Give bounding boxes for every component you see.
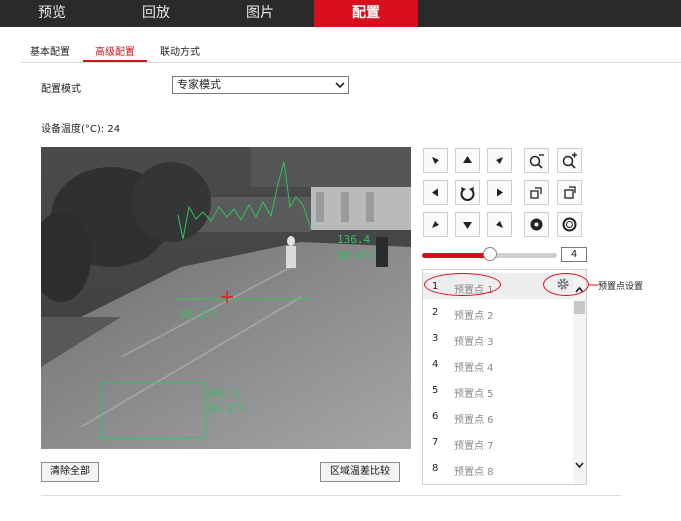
tab-playback[interactable]: 回放 [104, 0, 208, 27]
tab-picture[interactable]: 图片 [208, 0, 312, 27]
preset-row-1[interactable]: 1 预置点 1 [423, 273, 573, 299]
focus-near-icon [530, 187, 542, 199]
ptz-left-button[interactable] [423, 180, 448, 205]
preset-name: 预置点 6 [454, 415, 494, 426]
iris-close-button[interactable] [524, 212, 549, 237]
preset-number: 6 [432, 411, 439, 422]
preset-number: 2 [432, 307, 439, 318]
config-mode-label: 配置模式 [41, 84, 81, 95]
arrow-left-icon [432, 188, 438, 197]
ptz-down-left-button[interactable] [423, 212, 448, 237]
subnav-divider [20, 62, 681, 63]
spot-temp: 30.2°C [179, 308, 219, 321]
box-avg-temp: 29.1°C [207, 402, 247, 415]
zoom-out-icon [529, 154, 544, 169]
arrow-up-icon [463, 156, 472, 163]
chevron-up-icon[interactable] [573, 283, 586, 296]
ptz-down-button[interactable] [455, 212, 480, 237]
preset-row-4[interactable]: 4 预置点 4 [423, 351, 573, 377]
preset-number: 5 [432, 385, 439, 396]
region-temp-compare-button[interactable]: 区域温差比较 [320, 462, 400, 482]
zoom-in-button[interactable] [557, 148, 582, 173]
ptz-up-left-button[interactable] [423, 148, 448, 173]
preset-list[interactable]: 1 预置点 1 2 预置点 2 3 预置点 3 4 预置点 4 5 预置点 5 … [422, 269, 587, 485]
sub-nav: 基本配置 高级配置 联动方式 [20, 37, 681, 63]
tab-configuration[interactable]: 配置 [314, 0, 418, 27]
preset-row-5[interactable]: 5 预置点 5 [423, 377, 573, 403]
preset-number: 3 [432, 333, 439, 344]
ptz-speed-thumb[interactable] [483, 247, 497, 261]
preset-number: 7 [432, 437, 439, 448]
config-mode-value: 专家模式 [177, 78, 221, 91]
ptz-speed-fill [422, 253, 490, 258]
arrow-right-icon [497, 188, 503, 197]
subtab-advanced-config[interactable]: 高级配置 [95, 43, 135, 58]
thermal-video-view[interactable]: 136.4 30.4°C 30.2°C 101.1 29.1°C [41, 147, 411, 449]
preset-number: 1 [432, 281, 439, 292]
preset-number: 8 [432, 463, 439, 474]
preset-name: 预置点 1 [454, 285, 494, 296]
iris-open-button[interactable] [557, 212, 582, 237]
focus-far-icon [564, 186, 576, 199]
preset-name: 预置点 2 [454, 311, 494, 322]
preset-row-2[interactable]: 2 预置点 2 [423, 299, 573, 325]
rotate-icon [460, 187, 475, 201]
preset-name: 预置点 8 [454, 467, 494, 478]
chevron-down-icon [335, 82, 345, 89]
iris-open-icon [562, 217, 577, 232]
clear-all-button[interactable]: 清除全部 [41, 462, 99, 482]
tab-preview[interactable]: 预览 [0, 0, 104, 27]
preset-row-7[interactable]: 7 预置点 7 [423, 429, 573, 455]
line-avg-temp: 30.4°C [337, 249, 377, 262]
chevron-down-icon[interactable] [573, 459, 586, 472]
top-nav: 预览 回放 图片 配置 [0, 0, 681, 27]
arrow-up-right-icon [496, 157, 503, 164]
subtab-basic-config[interactable]: 基本配置 [30, 43, 70, 58]
preset-row-8[interactable]: 8 预置点 8 [423, 455, 573, 481]
zoom-in-icon [562, 152, 577, 169]
preset-name: 预置点 7 [454, 441, 494, 452]
ptz-right-button[interactable] [487, 180, 512, 205]
arrow-down-right-icon [496, 221, 503, 228]
preset-row-3[interactable]: 3 预置点 3 [423, 325, 573, 351]
subtab-linkage[interactable]: 联动方式 [160, 43, 200, 58]
focus-near-button[interactable] [524, 180, 549, 205]
iris-close-icon [530, 218, 543, 231]
preset-name: 预置点 3 [454, 337, 494, 348]
device-temperature: 设备温度(°C): 24 [41, 124, 121, 135]
preset-row-6[interactable]: 6 预置点 6 [423, 403, 573, 429]
ptz-speed-value[interactable]: 4 [561, 247, 587, 262]
arrow-up-left-icon [432, 157, 439, 164]
config-mode-select[interactable]: 专家模式 [172, 76, 349, 94]
box-max-temp: 101.1 [207, 387, 241, 400]
line-max-temp: 136.4 [337, 233, 371, 246]
preset-number: 4 [432, 359, 439, 370]
ptz-up-right-button[interactable] [487, 148, 512, 173]
arrow-down-icon [463, 222, 472, 229]
preset-scroll-thumb[interactable] [574, 301, 585, 314]
ptz-auto-rotate-button[interactable] [455, 180, 480, 205]
preset-name: 预置点 5 [454, 389, 494, 400]
ptz-down-right-button[interactable] [487, 212, 512, 237]
preset-name: 预置点 4 [454, 363, 494, 374]
zoom-out-button[interactable] [524, 148, 549, 173]
preset-settings-callout: 预置点设置 [598, 282, 644, 292]
bottom-divider [41, 495, 621, 496]
gear-icon[interactable] [556, 277, 570, 291]
ptz-up-button[interactable] [455, 148, 480, 173]
focus-far-button[interactable] [557, 180, 582, 205]
arrow-down-left-icon [432, 221, 439, 228]
